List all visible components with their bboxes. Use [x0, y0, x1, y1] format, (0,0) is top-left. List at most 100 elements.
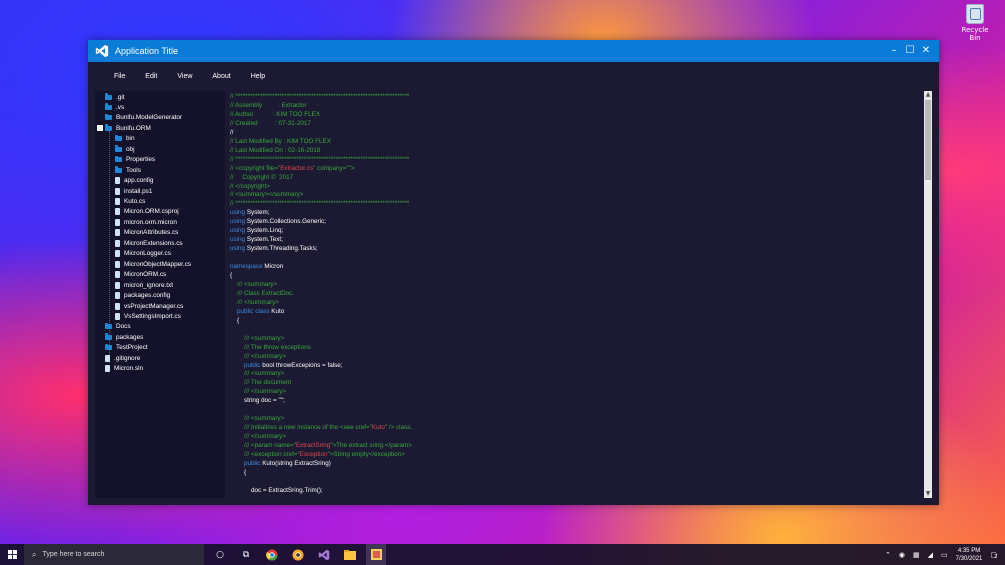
- folder-icon: [105, 103, 112, 110]
- tree-item-label: Micron.ORM.csproj: [124, 208, 179, 216]
- code-token: Kuto(string ExtractSring): [262, 459, 331, 467]
- file-icon: [115, 229, 120, 237]
- code-editor[interactable]: // *************************************…: [228, 91, 922, 498]
- dropbox-icon[interactable]: ▦: [913, 551, 920, 559]
- search-icon: ⌕: [32, 549, 37, 559]
- tree-file[interactable]: Micron.sln: [105, 364, 143, 374]
- tree-folder[interactable]: Tools: [115, 165, 141, 175]
- menu-help[interactable]: Help: [241, 73, 275, 80]
- menu-about[interactable]: About: [202, 73, 240, 80]
- tree-folder[interactable]: bin: [115, 134, 135, 144]
- tree-item-label: Tools: [126, 166, 141, 174]
- record-icon[interactable]: ◉: [899, 551, 905, 559]
- window-title: Application Title: [115, 46, 179, 56]
- file-icon: [115, 208, 120, 216]
- code-token: doc = ExtractSring.Trim();: [230, 486, 323, 494]
- tree-folder[interactable]: Docs: [105, 322, 131, 332]
- folder-icon: [115, 155, 122, 163]
- tree-file[interactable]: Micron.ORM.csproj: [115, 207, 179, 217]
- speaker-icon[interactable]: ▭: [941, 551, 948, 559]
- code-line: //: [230, 128, 234, 137]
- code-token: /// <exception cref=": [230, 451, 300, 458]
- maximize-icon[interactable]: ☐: [905, 46, 915, 56]
- network-icon[interactable]: ◢: [928, 551, 933, 559]
- tree-folder[interactable]: .git: [105, 92, 125, 102]
- scrollbar-thumb[interactable]: [925, 100, 931, 180]
- task-view-icon[interactable]: ⧉: [236, 544, 256, 565]
- tree-folder[interactable]: Properties: [115, 155, 155, 165]
- start-button[interactable]: [0, 544, 24, 565]
- file-icon: [115, 281, 120, 289]
- chevron-up-icon[interactable]: ⌃: [885, 551, 891, 559]
- visual-studio-icon: [95, 44, 109, 58]
- tree-file[interactable]: VsSettingsImport.cs: [115, 311, 181, 321]
- code-token: using: [230, 245, 247, 253]
- scroll-up-icon[interactable]: ▲: [924, 91, 932, 99]
- recycle-bin[interactable]: Recycle Bin: [955, 4, 995, 42]
- code-token: /// </summary>: [230, 433, 286, 441]
- code-line: /// <summary>: [230, 280, 277, 289]
- code-line: // Last Modified On : 02-16-2018: [230, 146, 320, 155]
- file-explorer-icon[interactable]: [340, 544, 360, 565]
- code-token: // Last Modified By : KIM TOO FLEX: [230, 137, 331, 145]
- code-line: string doc = "";: [230, 396, 285, 405]
- chrome-icon[interactable]: [262, 544, 282, 565]
- code-line: using System;: [230, 208, 270, 217]
- code-token: /// The throw exceptions: [230, 343, 311, 351]
- tree-file[interactable]: micron.orm.micron: [115, 217, 177, 227]
- chrome-canary-icon[interactable]: [288, 544, 308, 565]
- tree-file[interactable]: packages.config: [115, 291, 170, 301]
- menu-view[interactable]: View: [167, 73, 202, 80]
- code-token: public: [230, 459, 263, 467]
- tree-file[interactable]: MicronLogger.cs: [115, 249, 171, 259]
- tree-item-label: app.config: [124, 177, 154, 185]
- code-token: bool throwExcepions = false;: [262, 361, 343, 369]
- tree-folder[interactable]: packages: [105, 332, 143, 342]
- title-bar[interactable]: Application Title – ☐ ✕: [88, 40, 939, 62]
- folder-icon: [105, 333, 112, 340]
- tree-file[interactable]: MicronAttributes.cs: [115, 228, 178, 238]
- close-icon[interactable]: ✕: [921, 46, 931, 56]
- file-icon: [115, 271, 120, 279]
- code-token: //: [230, 128, 234, 136]
- menu-edit[interactable]: Edit: [135, 73, 167, 80]
- tree-file[interactable]: micron_ignore.txt: [115, 280, 173, 290]
- folder-icon: [105, 113, 112, 121]
- app-icon[interactable]: [366, 544, 386, 565]
- tree-file[interactable]: app.config: [115, 176, 154, 186]
- clock[interactable]: 4:35 PM 7/30/2021: [956, 547, 983, 563]
- minimize-icon[interactable]: –: [889, 46, 899, 56]
- taskbar-search[interactable]: ⌕ Type here to search: [24, 544, 204, 565]
- file-icon: [115, 177, 120, 185]
- tree-file[interactable]: install.ps1: [115, 186, 152, 196]
- code-line: // *************************************…: [230, 92, 409, 101]
- tree-folder[interactable]: Bunifu.ORM: [97, 123, 151, 133]
- tree-file[interactable]: Kuto.cs: [115, 197, 145, 207]
- code-line: namespace Micron: [230, 262, 283, 271]
- code-token: public: [230, 361, 263, 369]
- menu-file[interactable]: File: [104, 73, 135, 80]
- cortana-icon[interactable]: ○: [210, 544, 230, 565]
- code-line: {: [230, 271, 232, 280]
- tree-file[interactable]: vsProjectManager.cs: [115, 301, 183, 311]
- tree-file[interactable]: MicronObjectMapper.cs: [115, 259, 191, 269]
- code-line: // Assembly : Extractor: [230, 101, 307, 110]
- code-line: {: [230, 468, 246, 477]
- file-tree: .git .vs Bunifu.ModelGenerator Bunifu.ORM bi…: [95, 91, 225, 498]
- code-token: /// </summary>: [230, 388, 286, 396]
- collapse-icon[interactable]: [97, 125, 103, 132]
- tree-file[interactable]: MicronExtensions.cs: [115, 238, 183, 248]
- tree-file[interactable]: MicronORM.cs: [115, 270, 166, 280]
- tree-folder[interactable]: TestProject: [105, 343, 148, 353]
- tree-item-label: Properties: [126, 156, 156, 164]
- taskbar: ⌕ Type here to search ○ ⧉ ⌃ ◉ ▦ ◢ ▭ 4:35…: [0, 544, 1005, 565]
- tree-folder[interactable]: Bunifu.ModelGenerator: [105, 113, 182, 123]
- code-token: using: [230, 236, 247, 244]
- editor-scrollbar[interactable]: ▲ ▼: [924, 91, 932, 498]
- notification-icon[interactable]: ▢ 2: [990, 551, 997, 560]
- tree-folder[interactable]: .vs: [105, 102, 124, 112]
- visual-studio-icon[interactable]: [314, 544, 334, 565]
- tree-file[interactable]: .gitignore: [105, 353, 140, 363]
- scroll-down-icon[interactable]: ▼: [924, 490, 932, 498]
- tree-folder[interactable]: obj: [115, 144, 135, 154]
